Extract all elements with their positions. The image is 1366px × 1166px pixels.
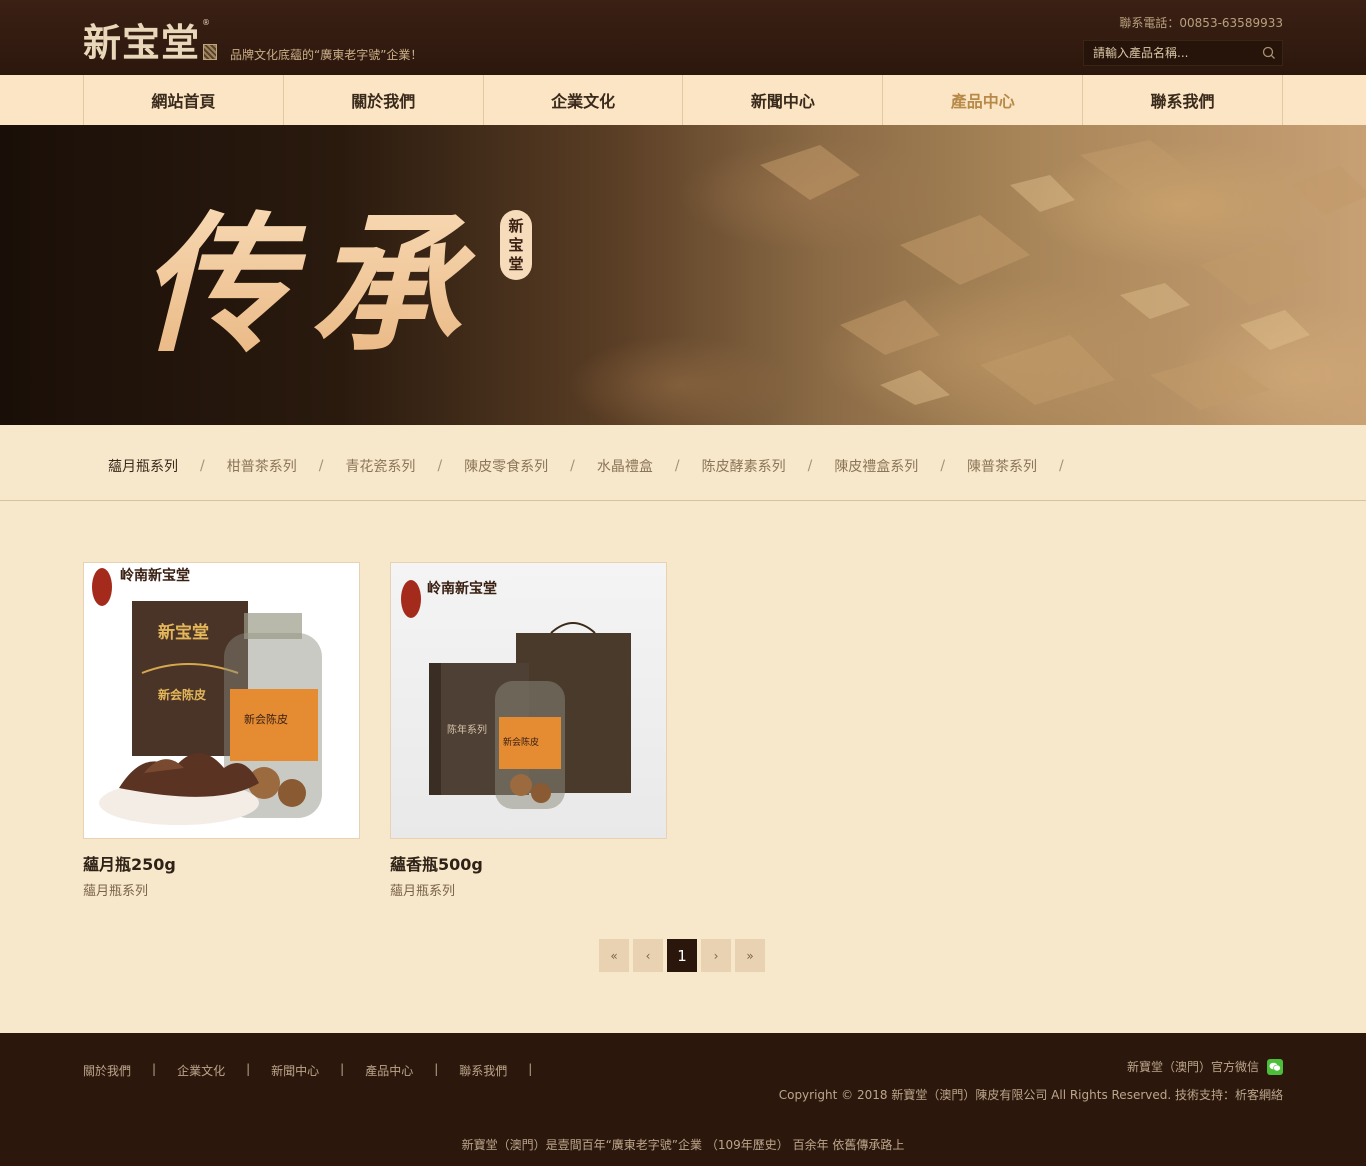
category-separator: /	[674, 458, 680, 474]
hero-banner: 传承 新 宝 堂	[0, 125, 1366, 425]
logo-seal-icon	[203, 44, 218, 60]
prev-page-button[interactable]: ‹	[633, 939, 663, 972]
category-tab[interactable]: 柑普茶系列	[227, 456, 297, 476]
seal-char: 堂	[508, 254, 524, 273]
category-tab[interactable]: 陈皮酵素系列	[702, 456, 786, 476]
seal-char: 新	[508, 216, 524, 235]
site-footer: 關於我們 | 企業文化 | 新聞中心 | 產品中心 | 聯系我們 | 新寶堂（澳…	[0, 1033, 1366, 1166]
product-title[interactable]: 蘊香瓶500g	[390, 851, 667, 875]
footer-link-contact[interactable]: 聯系我們	[459, 1062, 507, 1079]
header-slogan: 品牌文化底蘊的“廣東老字號”企業！	[230, 48, 423, 62]
category-separator: /	[807, 458, 813, 474]
product-image[interactable]: 岭南新宝堂 新宝堂 新会陈皮 新会陈皮	[83, 562, 360, 839]
footer-separator: |	[152, 1062, 157, 1076]
product-category: 蘊月瓶系列	[390, 884, 456, 899]
contact-phone: 聯系電話：00853-63589933	[1119, 16, 1283, 30]
category-separator: /	[318, 458, 324, 474]
category-tab[interactable]: 陳普茶系列	[967, 456, 1037, 476]
box-logo: 新宝堂	[158, 622, 209, 643]
product-brand: 岭南新宝堂	[120, 567, 190, 584]
footer-link-culture[interactable]: 企業文化	[177, 1062, 225, 1079]
box-label: 新会陈皮	[158, 687, 206, 702]
product-brand: 岭南新宝堂	[427, 580, 497, 597]
category-separator: /	[200, 458, 205, 474]
category-separator: /	[437, 458, 443, 474]
site-header: 新宝堂 ® 品牌文化底蘊的“廣東老字號”企業！ 聯系電話：00853-63589…	[0, 0, 1366, 75]
jar-label: 新会陈皮	[244, 712, 288, 726]
category-tab[interactable]: 蘊月瓶系列	[108, 456, 178, 476]
nav-item-home[interactable]: 網站首頁	[84, 75, 284, 125]
seal-char: 宝	[508, 235, 524, 254]
banner-title: 传承	[140, 185, 480, 385]
banner-seal: 新 宝 堂	[500, 210, 532, 280]
product-photo: 岭南新宝堂 新宝堂 新会陈皮 新会陈皮	[92, 567, 322, 825]
site-logo[interactable]: 新宝堂 ®	[83, 18, 218, 66]
first-page-button[interactable]: «	[599, 939, 629, 972]
nav-item-about[interactable]: 關於我們	[284, 75, 484, 125]
footer-separator: |	[434, 1062, 439, 1076]
main-nav: 網站首頁 關於我們 企業文化 新聞中心 產品中心 聯系我們	[0, 75, 1366, 125]
footer-link-products[interactable]: 產品中心	[365, 1062, 413, 1079]
footer-tagline: 新寶堂（澳門）是壹間百年“廣東老字號”企業 （109年歷史） 百余年 依舊傳承路…	[461, 1138, 905, 1152]
category-separator: /	[940, 458, 946, 474]
product-category: 蘊月瓶系列	[83, 884, 149, 899]
product-photo: 岭南新宝堂 陈年系列 新会陈皮	[401, 580, 631, 809]
last-page-button[interactable]: »	[735, 939, 765, 972]
wechat-icon[interactable]	[1267, 1058, 1283, 1075]
product-card[interactable]: 岭南新宝堂 陈年系列 新会陈皮 蘊香瓶500g 蘊月瓶系列	[390, 562, 667, 899]
footer-link-about[interactable]: 關於我們	[83, 1062, 131, 1079]
search-input[interactable]	[1084, 41, 1256, 65]
copyright: Copyright © 2018 新寶堂（澳門）陳皮有限公司 All Right…	[778, 1088, 1283, 1102]
footer-separator: |	[340, 1062, 345, 1076]
nav-item-news[interactable]: 新聞中心	[683, 75, 884, 125]
category-tab[interactable]: 青花瓷系列	[345, 456, 415, 476]
wechat-label: 新寶堂（澳門）官方微信	[1126, 1060, 1259, 1074]
product-image[interactable]: 岭南新宝堂 陈年系列 新会陈皮	[390, 562, 667, 839]
footer-link-news[interactable]: 新聞中心	[271, 1062, 319, 1079]
nav-item-culture[interactable]: 企業文化	[484, 75, 684, 125]
registered-mark: ®	[202, 18, 210, 27]
nav-item-products[interactable]: 產品中心	[883, 75, 1084, 125]
search-box	[1083, 40, 1283, 66]
category-tab[interactable]: 陳皮零食系列	[464, 456, 548, 476]
nav-item-contact[interactable]: 聯系我們	[1083, 75, 1283, 125]
category-separator: /	[570, 458, 575, 474]
category-tab[interactable]: 水晶禮盒	[597, 456, 653, 476]
footer-separator: |	[528, 1062, 533, 1076]
category-tabs: 蘊月瓶系列 / 柑普茶系列 / 青花瓷系列 / 陳皮零食系列 / 水晶禮盒 / …	[0, 425, 1366, 501]
footer-separator: |	[246, 1062, 251, 1076]
category-separator: /	[1059, 458, 1064, 474]
jar-label: 新会陈皮	[503, 736, 539, 748]
box-label: 陈年系列	[447, 723, 487, 736]
wechat-link[interactable]: 新寶堂（澳門）官方微信	[1127, 1058, 1283, 1075]
logo-text: 新宝堂	[83, 20, 201, 65]
next-page-button[interactable]: ›	[701, 939, 731, 972]
product-grid: 岭南新宝堂 新宝堂 新会陈皮 新会陈皮 蘊月瓶250g 蘊月瓶系列 岭南新宝堂 …	[83, 562, 667, 899]
category-tab[interactable]: 陳皮禮盒系列	[834, 456, 918, 476]
pagination: « ‹ 1 › »	[599, 939, 765, 972]
search-icon[interactable]	[1256, 41, 1282, 65]
product-card[interactable]: 岭南新宝堂 新宝堂 新会陈皮 新会陈皮 蘊月瓶250g 蘊月瓶系列	[83, 562, 360, 899]
footer-links: 關於我們 | 企業文化 | 新聞中心 | 產品中心 | 聯系我們 |	[83, 1062, 553, 1079]
product-title[interactable]: 蘊月瓶250g	[83, 851, 360, 875]
page-number-button[interactable]: 1	[667, 939, 697, 972]
